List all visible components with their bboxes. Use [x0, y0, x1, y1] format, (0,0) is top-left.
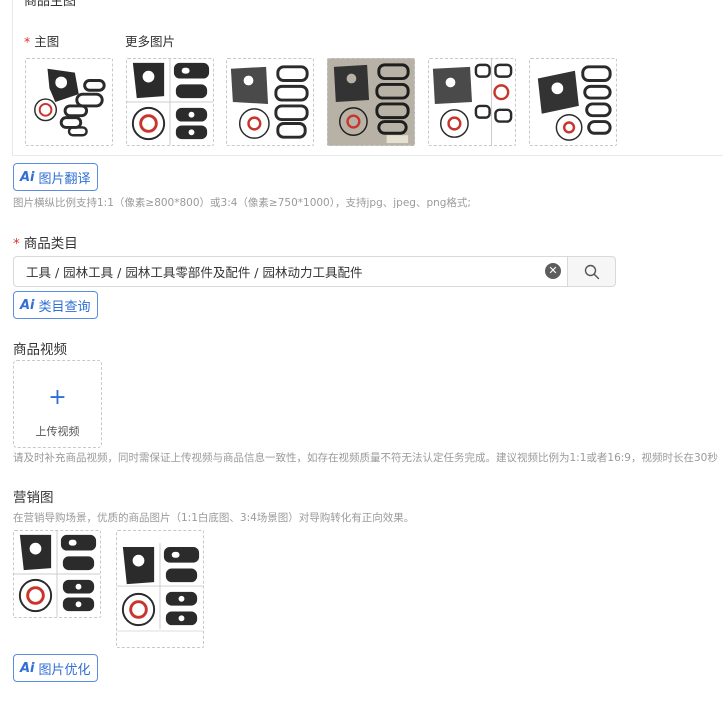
image-translate-label: 图片翻译 — [38, 171, 91, 187]
more-images-label: 更多图片 — [125, 34, 176, 49]
category-path-input[interactable]: 工具 / 园林工具 / 园林工具零部件及配件 / 园林动力工具配件 — [13, 256, 568, 287]
category-query-label: 类目查询 — [38, 299, 91, 315]
marketing-hint: 在营销导购场景，优质的商品图片（1:1白底图、3:4场景图）对导购转化有正向效果… — [13, 512, 415, 524]
ai-icon: Ai — [20, 169, 35, 185]
marketing-image-square[interactable] — [13, 530, 101, 618]
gasket-set-image — [230, 65, 309, 139]
category-title: * 商品类目 — [13, 232, 78, 252]
category-query-button[interactable]: Ai 类目查询 — [13, 291, 98, 319]
video-hint: 请及时补充商品视频，同时需保证上传视频与商品信息一致性，如存在视频质量不符无法认… — [13, 452, 718, 464]
plus-icon: + — [48, 385, 67, 410]
category-search-button[interactable] — [567, 256, 616, 287]
marketing-title: 营销图 — [13, 490, 54, 506]
video-upload-box[interactable]: + 上传视频 — [13, 360, 102, 448]
image-optimize-button[interactable]: Ai 图片优化 — [13, 654, 98, 682]
search-icon — [584, 264, 599, 279]
gasket-photo-image — [328, 59, 414, 145]
gasket-angled-image — [537, 65, 612, 141]
category-title-text: 商品类目 — [23, 236, 78, 252]
more-image-thumb[interactable] — [529, 58, 617, 146]
image-translate-button[interactable]: Ai 图片翻译 — [13, 163, 98, 191]
required-mark: * — [13, 236, 20, 252]
image-optimize-label: 图片优化 — [38, 662, 91, 678]
category-path-value: 工具 / 园林工具 / 园林工具零部件及配件 / 园林动力工具配件 — [26, 265, 363, 280]
more-image-thumb[interactable] — [126, 58, 214, 146]
gasket-grid-image — [14, 531, 100, 617]
more-image-thumb[interactable] — [428, 58, 516, 146]
panel-title: 商品主图 — [24, 0, 77, 9]
marketing-image-portrait[interactable] — [116, 530, 204, 648]
video-upload-label: 上传视频 — [35, 425, 80, 438]
image-format-hint: 图片横纵比例支持1:1（像素≥800*800）或3:4（像素≥750*1000）… — [13, 197, 471, 209]
gasket-kit-image — [34, 68, 106, 137]
main-image-thumb[interactable] — [25, 58, 113, 146]
more-image-thumb[interactable] — [226, 58, 314, 146]
required-mark: * — [24, 34, 31, 49]
gasket-grid-image — [127, 59, 213, 145]
gasket-grid-portrait-image — [117, 531, 203, 632]
ai-icon: Ai — [20, 297, 35, 313]
more-image-thumb[interactable] — [327, 58, 415, 146]
gasket-layout-image — [432, 59, 513, 145]
ai-icon: Ai — [20, 660, 35, 676]
video-title: 商品视频 — [13, 342, 67, 358]
main-image-label-text: 主图 — [34, 34, 60, 49]
clear-circle-icon[interactable]: ✕ — [545, 263, 561, 279]
main-image-label: * 主图 — [24, 31, 59, 50]
